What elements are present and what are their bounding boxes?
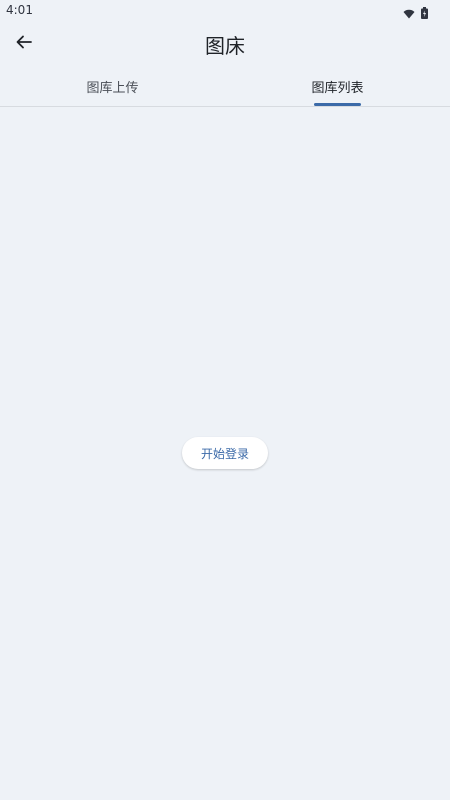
content-area: 开始登录 [0, 107, 450, 800]
tab-indicator [314, 103, 361, 106]
tab-gallery-upload[interactable]: 图库上传 [0, 66, 225, 106]
status-icons [403, 4, 428, 23]
tab-label: 图库上传 [86, 80, 139, 96]
tab-label: 图库列表 [311, 80, 364, 96]
tab-gallery-list[interactable]: 图库列表 [225, 66, 450, 106]
wifi-icon [403, 4, 415, 23]
app-bar: 图床 [0, 22, 450, 66]
status-time: 4:01 [6, 3, 33, 17]
battery-icon [421, 4, 428, 23]
status-bar: 4:01 [0, 0, 450, 22]
page-title: 图床 [205, 34, 245, 58]
tab-bar: 图库上传 图库列表 [0, 66, 450, 107]
start-login-button[interactable]: 开始登录 [182, 437, 268, 469]
